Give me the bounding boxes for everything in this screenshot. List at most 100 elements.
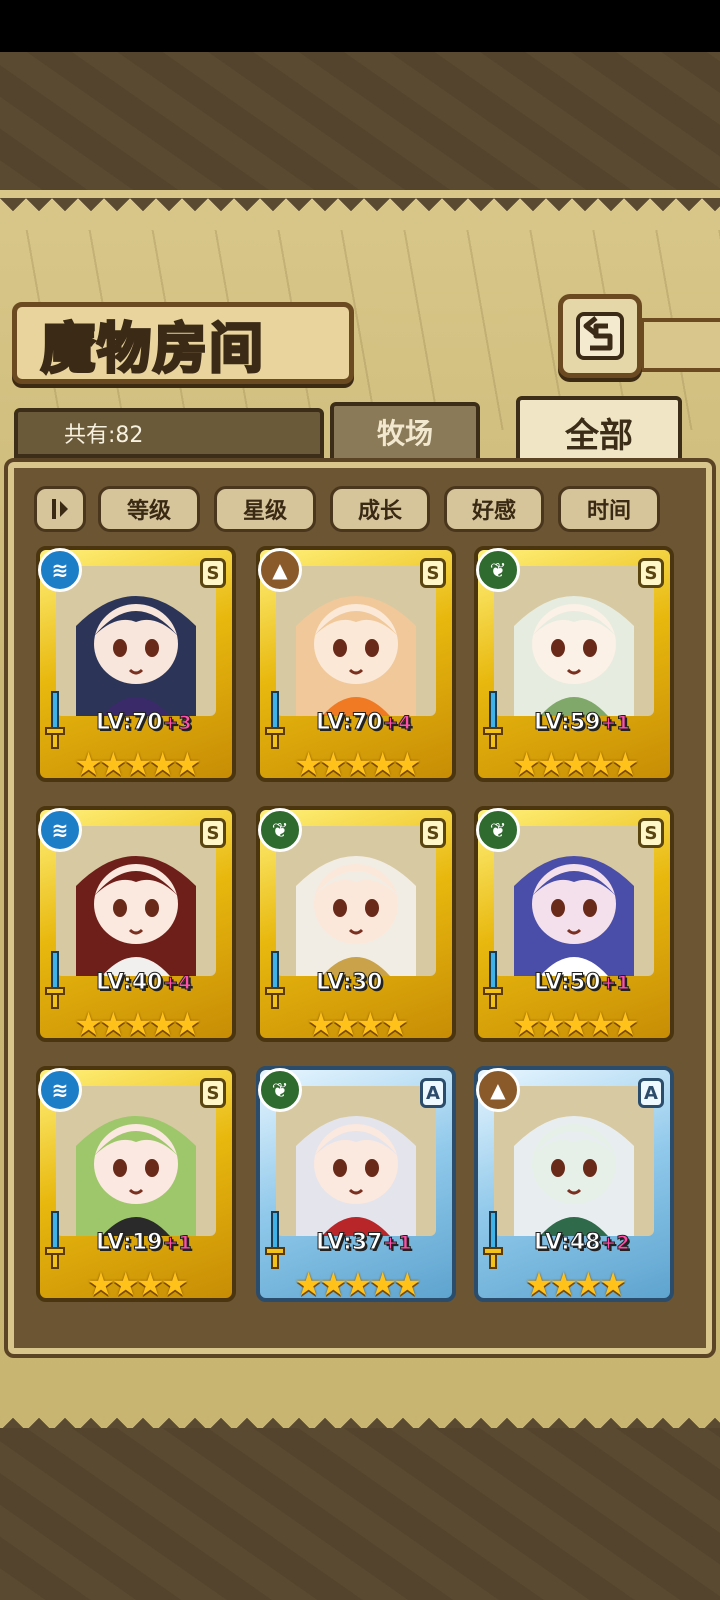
leaf-element-icon: ❦ — [258, 1068, 302, 1112]
monster-card[interactable]: ▲ A LV:48+2 ★★★★ — [474, 1066, 674, 1302]
water-element-icon: ≋ — [38, 548, 82, 592]
star-rating: ★★★★★ — [294, 745, 421, 783]
level-plus: +3 — [162, 712, 192, 735]
star-rating: ★★★★★ — [294, 1265, 421, 1303]
monster-card[interactable]: ❦ S LV:30 ★★★★ — [256, 806, 456, 1042]
monster-portrait — [56, 826, 216, 976]
monster-portrait — [56, 1086, 216, 1236]
torn-edge-top — [0, 198, 720, 224]
water-element-icon: ≋ — [38, 808, 82, 852]
rank-badge: S — [200, 1078, 226, 1108]
tab-ranch-label: 牧场 — [376, 417, 433, 450]
level-value: LV:70 — [315, 710, 383, 736]
rank-badge: S — [200, 818, 226, 848]
monster-portrait — [276, 826, 436, 976]
sort-level-button[interactable]: 等级 — [98, 486, 200, 532]
monster-portrait-image — [56, 1086, 216, 1236]
sword-icon — [265, 691, 285, 749]
sword-icon — [483, 951, 503, 1009]
mountain-element-icon: ▲ — [258, 548, 302, 592]
level-value: LV:59 — [533, 710, 601, 736]
monster-portrait — [494, 1086, 654, 1236]
sword-icon — [483, 691, 503, 749]
back-button[interactable] — [558, 294, 642, 378]
sword-icon — [45, 951, 65, 1009]
monster-portrait-image — [494, 1086, 654, 1236]
monster-count-label: 共有:82 — [64, 423, 144, 448]
level-plus: +4 — [382, 712, 412, 735]
level-value: LV:37 — [315, 1230, 383, 1256]
level-plus: +1 — [600, 712, 630, 735]
sort-time-button[interactable]: 时间 — [558, 486, 660, 532]
monster-portrait — [276, 566, 436, 716]
level-plus: +1 — [600, 972, 630, 995]
tab-all-label: 全部 — [565, 415, 633, 456]
monster-card[interactable]: ▲ S LV:70+4 ★★★★★ — [256, 546, 456, 782]
monster-card[interactable]: ≋ S LV:70+3 ★★★★★ — [36, 546, 236, 782]
monster-card[interactable]: ❦ S LV:50+1 ★★★★★ — [474, 806, 674, 1042]
rank-badge: A — [420, 1078, 446, 1108]
level-label: LV:48+2 — [533, 1230, 630, 1256]
level-label: LV:70+4 — [315, 710, 412, 736]
sort-order-toggle[interactable] — [34, 486, 86, 532]
star-rating: ★★★★ — [86, 1265, 190, 1303]
monster-count: 共有:82 — [14, 408, 324, 458]
sort-star-button[interactable]: 星级 — [214, 486, 316, 532]
monster-card[interactable]: ≋ S LV:40+4 ★★★★★ — [36, 806, 236, 1042]
sword-icon — [483, 1211, 503, 1269]
rank-badge: S — [638, 558, 664, 588]
mountain-element-icon: ▲ — [476, 1068, 520, 1112]
rank-badge: S — [420, 818, 446, 848]
level-label: LV:30 — [315, 970, 383, 996]
level-label: LV:37+1 — [315, 1230, 412, 1256]
sort-affection-button[interactable]: 好感 — [444, 486, 544, 532]
sword-icon — [45, 1211, 65, 1269]
sort-star-label: 星级 — [242, 498, 287, 524]
sort-growth-label: 成长 — [357, 498, 402, 524]
monster-card[interactable]: ❦ S LV:59+1 ★★★★★ — [474, 546, 674, 782]
level-label: LV:50+1 — [533, 970, 630, 996]
title-plate: 魔物房间 — [12, 302, 354, 384]
star-rating: ★★★★★ — [74, 1005, 201, 1043]
leaf-element-icon: ❦ — [258, 808, 302, 852]
rank-badge: A — [638, 1078, 664, 1108]
monster-portrait — [276, 1086, 436, 1236]
level-value: LV:48 — [533, 1230, 601, 1256]
tab-all[interactable]: 全部 — [516, 396, 682, 468]
monster-card[interactable]: ❦ A LV:37+1 ★★★★★ — [256, 1066, 456, 1302]
sort-growth-button[interactable]: 成长 — [330, 486, 430, 532]
monster-portrait-image — [276, 566, 436, 716]
monster-card[interactable]: ≋ S LV:19+1 ★★★★ — [36, 1066, 236, 1302]
background-map-lower — [0, 1428, 720, 1600]
star-rating: ★★★★★ — [74, 745, 201, 783]
sort-affection-label: 好感 — [471, 498, 516, 524]
monster-portrait-image — [56, 566, 216, 716]
back-button-rail — [640, 318, 720, 372]
level-label: LV:19+1 — [95, 1230, 192, 1256]
leaf-element-icon: ❦ — [476, 808, 520, 852]
level-plus: +4 — [162, 972, 192, 995]
monster-portrait-image — [276, 826, 436, 976]
tab-ranch[interactable]: 牧场 — [330, 402, 480, 462]
level-value: LV:40 — [95, 970, 163, 996]
level-plus: +2 — [600, 1232, 630, 1255]
sort-level-label: 等级 — [126, 498, 171, 524]
sword-icon — [45, 691, 65, 749]
rank-badge: S — [638, 818, 664, 848]
level-label: LV:70+3 — [95, 710, 192, 736]
star-rating: ★★★★ — [524, 1265, 628, 1303]
sort-order-icon — [52, 499, 68, 519]
back-arrow-icon — [576, 312, 624, 360]
rank-badge: S — [200, 558, 226, 588]
monster-portrait-image — [56, 826, 216, 976]
water-element-icon: ≋ — [38, 1068, 82, 1112]
leaf-element-icon: ❦ — [476, 548, 520, 592]
monster-portrait — [494, 566, 654, 716]
level-label: LV:40+4 — [95, 970, 192, 996]
star-rating: ★★★★★ — [512, 1005, 639, 1043]
page-title: 魔物房间 — [40, 314, 265, 381]
monster-portrait — [56, 566, 216, 716]
monster-portrait — [494, 826, 654, 976]
level-value: LV:30 — [315, 970, 383, 996]
sort-time-label: 时间 — [586, 498, 631, 524]
